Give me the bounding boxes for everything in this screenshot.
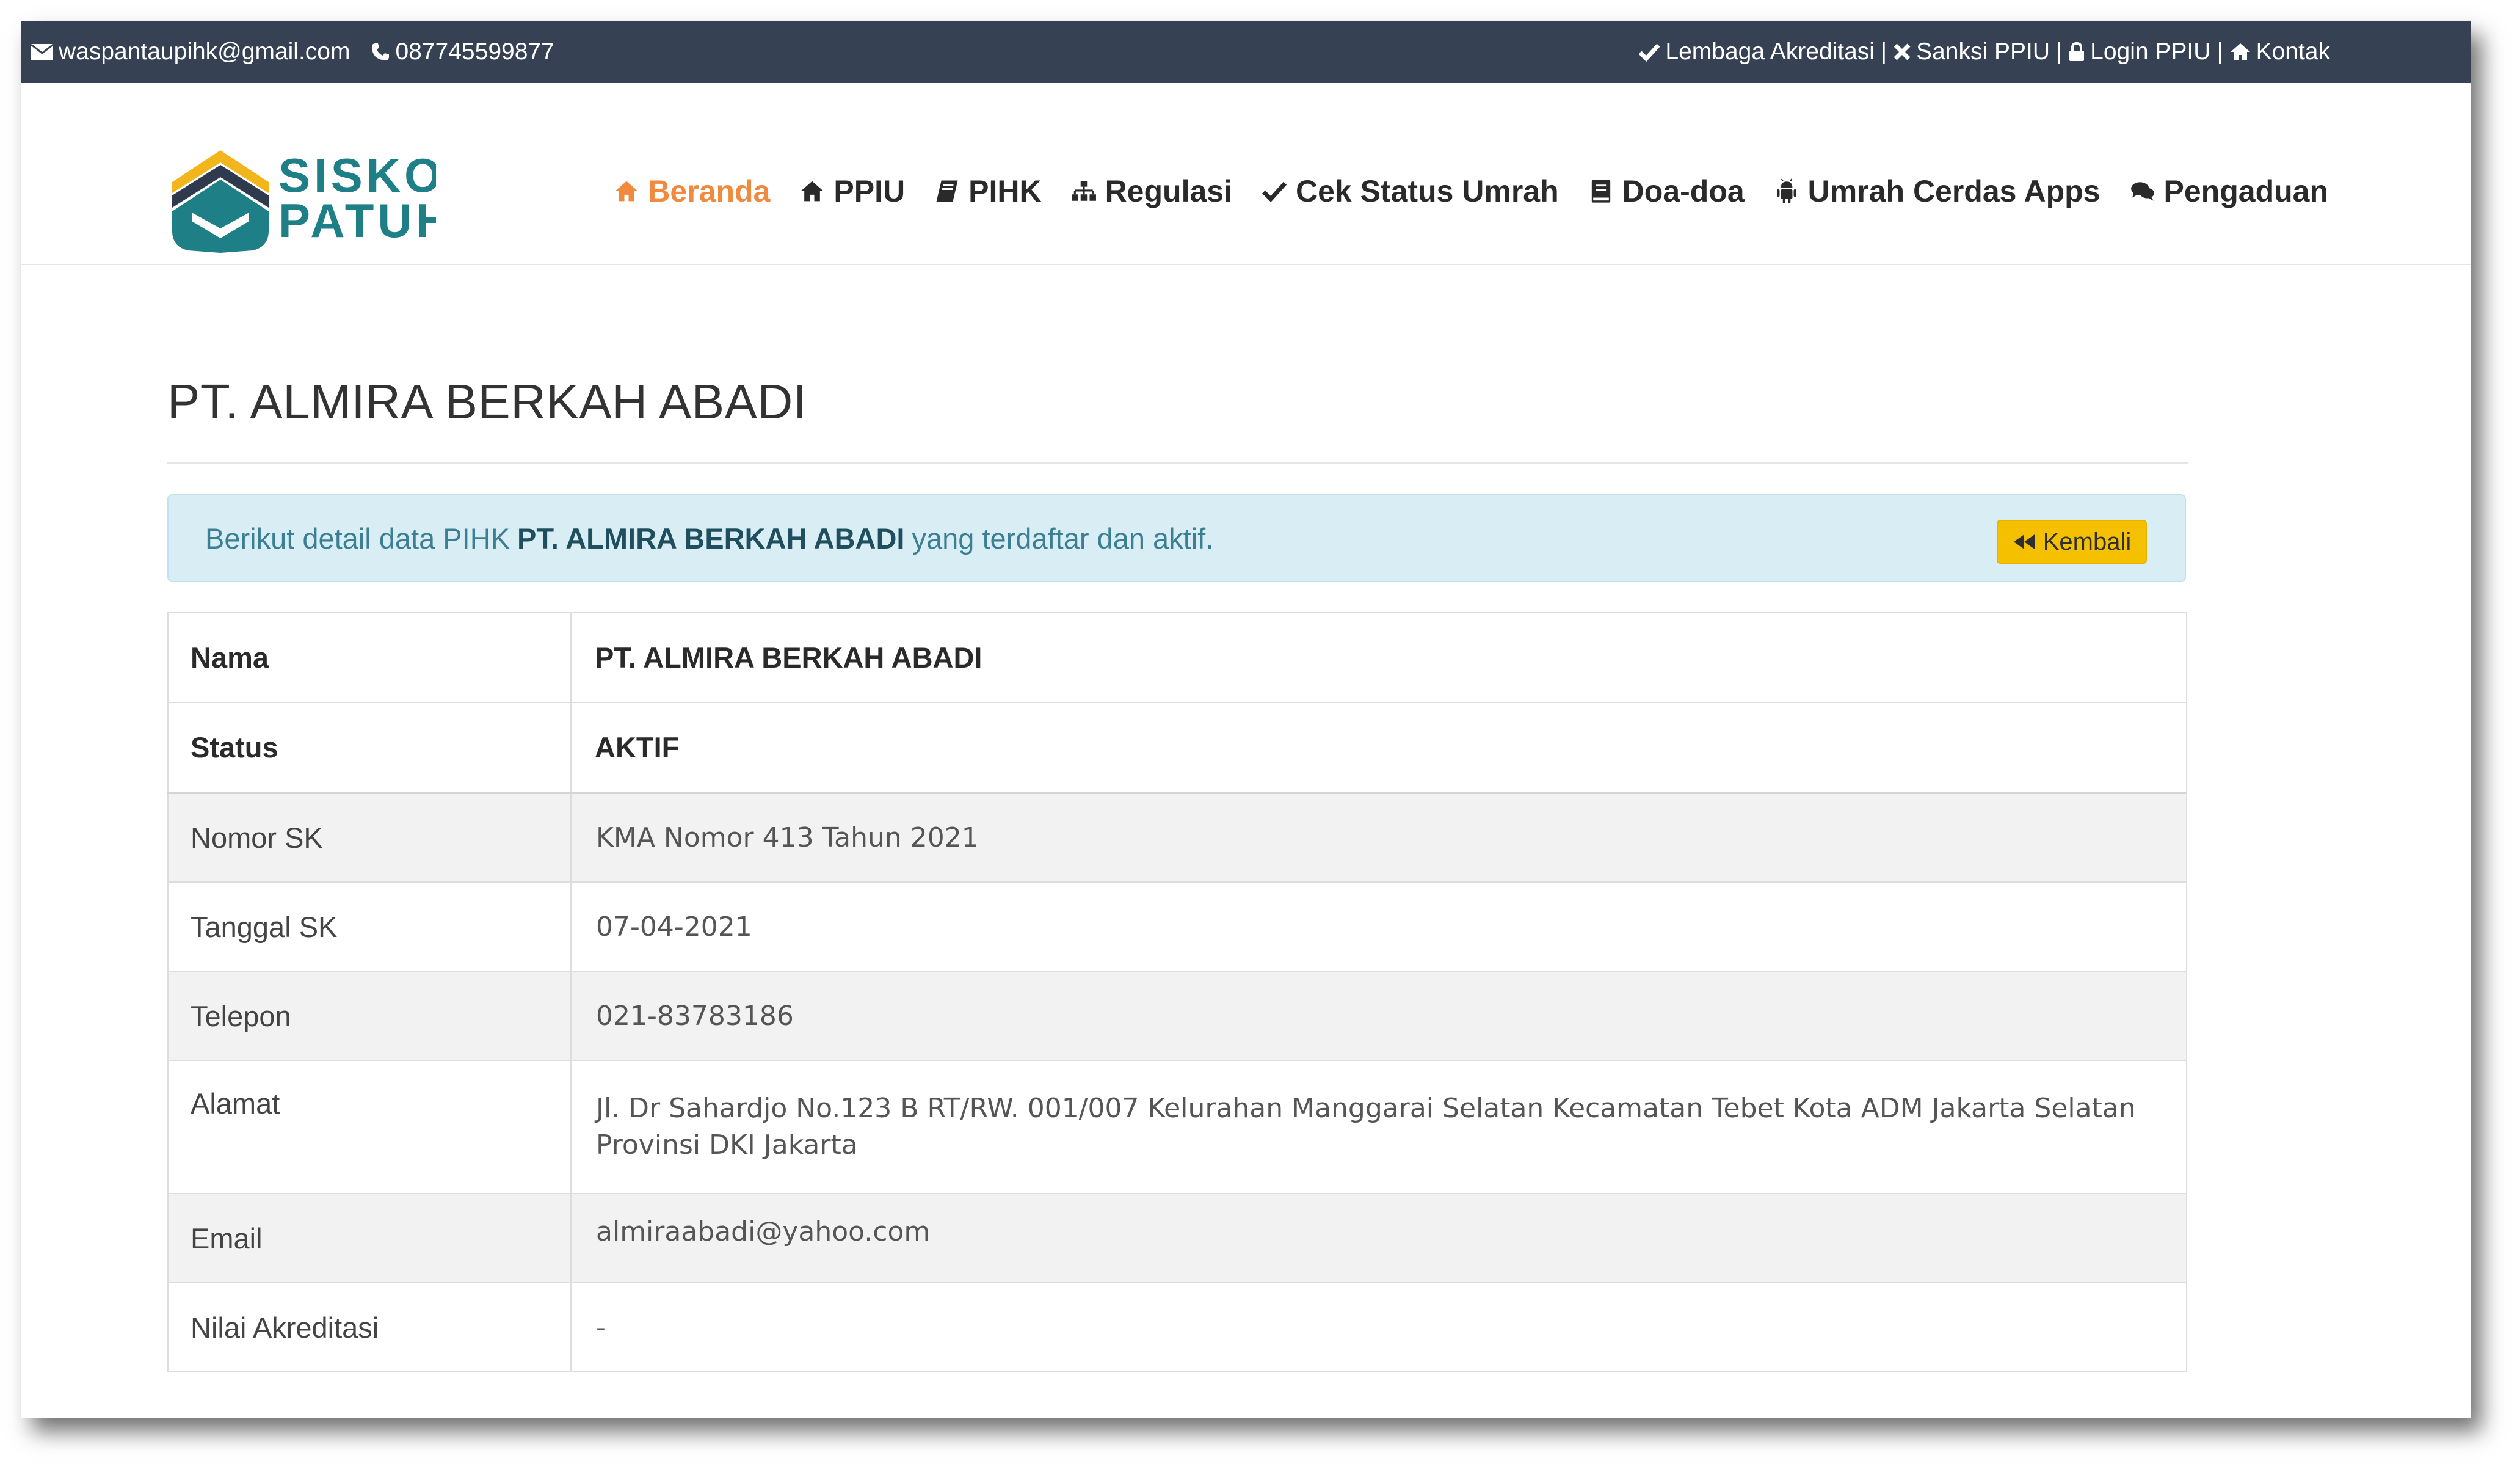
top-link-label: Sanksi PPIU	[1916, 38, 2050, 65]
top-link-lembaga-akreditasi[interactable]: Lembaga Akreditasi	[1638, 38, 1875, 65]
nav-item-pengaduan[interactable]: Pengaduan	[2130, 173, 2328, 209]
back-button-label: Kembali	[2043, 528, 2132, 555]
nav-item-label: Regulasi	[1105, 174, 1232, 208]
check-icon	[1262, 181, 1287, 202]
comments-icon	[2130, 182, 2154, 201]
book-icon	[936, 180, 958, 202]
top-link-label: Lembaga Akreditasi	[1665, 38, 1875, 65]
value-status: AKTIF	[570, 702, 2187, 794]
home-icon	[801, 181, 824, 202]
contact-email[interactable]: waspantaupihk@gmail.com	[31, 38, 350, 65]
nav-item-label: Cek Status Umrah	[1295, 174, 1559, 208]
nav-item-pihk[interactable]: PIHK	[934, 173, 1042, 209]
contact-email-text: waspantaupihk@gmail.com	[59, 38, 350, 65]
value-nilai-akreditasi: -	[570, 1282, 2187, 1372]
contact-phone-text: 087745599877	[395, 38, 554, 65]
close-icon	[1894, 43, 1911, 60]
back-button[interactable]: Kembali	[1997, 520, 2147, 564]
home-icon	[2230, 43, 2250, 60]
table-row: Telepon 021-83783186	[167, 971, 2187, 1061]
value-email: almiraabadi@yahoo.com	[570, 1193, 2187, 1283]
address-line-2: Provinsi DKI Jakarta	[596, 1129, 858, 1161]
value-alamat: Jl. Dr Sahardjo No.123 B RT/RW. 001/007 …	[570, 1060, 2187, 1194]
alert-suffix: yang terdaftar dan aktif.	[912, 522, 1214, 555]
backward-icon	[2013, 534, 2035, 549]
table-row: Nilai Akreditasi -	[167, 1282, 2187, 1372]
label-status: Status	[167, 702, 572, 794]
logo-emblem: SISKO PATUH	[172, 148, 450, 253]
nav-item-cek-status-umrah[interactable]: Cek Status Umrah	[1262, 173, 1559, 209]
nav-item-label: Pengaduan	[2163, 174, 2328, 208]
top-links: Lembaga Akreditasi | Sanksi PPIU | Login…	[1638, 21, 2330, 83]
detail-table: Nama PT. ALMIRA BERKAH ABADI Status AKTI…	[167, 612, 2187, 1372]
top-link-label: Login PPIU	[2090, 38, 2211, 65]
lock-icon	[2069, 42, 2085, 61]
contact-info: waspantaupihk@gmail.com 087745599877	[31, 21, 554, 83]
phone-icon	[372, 43, 390, 60]
value-nomor-sk: KMA Nomor 413 Tahun 2021	[570, 792, 2187, 883]
table-row: Alamat Jl. Dr Sahardjo No.123 B RT/RW. 0…	[167, 1060, 2187, 1194]
table-row: Email almiraabadi@yahoo.com	[167, 1193, 2187, 1283]
info-alert: Berikut detail data PIHK PT. ALMIRA BERK…	[167, 494, 2186, 582]
nav-item-umrah-cerdas-apps[interactable]: Umrah Cerdas Apps	[1774, 173, 2101, 209]
nav-item-regulasi[interactable]: Regulasi	[1071, 173, 1232, 209]
main-menu: Beranda PPIU PIHK Regulasi Cek Status Um…	[614, 173, 2328, 209]
alert-company: PT. ALMIRA BERKAH ABADI	[517, 522, 905, 555]
nav-item-beranda[interactable]: Beranda	[614, 173, 770, 209]
top-link-label: Kontak	[2256, 38, 2330, 65]
address-line-1: Jl. Dr Sahardjo No.123 B RT/RW. 001/007 …	[596, 1093, 2136, 1124]
separator: |	[2217, 38, 2223, 65]
value-nama: PT. ALMIRA BERKAH ABADI	[570, 612, 2187, 703]
table-row: Nomor SK KMA Nomor 413 Tahun 2021	[167, 792, 2187, 883]
separator: |	[2056, 38, 2063, 65]
label-nama: Nama	[167, 612, 572, 703]
sitemap-icon	[1071, 181, 1096, 201]
nav-item-label: PIHK	[968, 174, 1042, 208]
label-alamat: Alamat	[167, 1060, 572, 1194]
value-tanggal-sk: 07-04-2021	[570, 881, 2187, 972]
table-row: Nama PT. ALMIRA BERKAH ABADI	[167, 612, 2187, 703]
label-email: Email	[167, 1193, 572, 1283]
android-icon	[1776, 178, 1796, 203]
contact-phone[interactable]: 087745599877	[371, 38, 554, 65]
nav-item-label: Doa-doa	[1622, 174, 1745, 208]
top-link-kontak[interactable]: Kontak	[2229, 38, 2330, 65]
browser-page: waspantaupihk@gmail.com 087745599877 Lem…	[21, 21, 2471, 1418]
nav-item-ppiu[interactable]: PPIU	[799, 173, 905, 209]
label-nilai-akreditasi: Nilai Akreditasi	[167, 1282, 572, 1372]
top-link-login-ppiu[interactable]: Login PPIU	[2068, 38, 2210, 65]
home-icon	[615, 181, 638, 202]
nav-item-doa-doa[interactable]: Doa-doa	[1588, 173, 1745, 209]
separator: |	[1880, 38, 1887, 65]
nav-item-label: Umrah Cerdas Apps	[1807, 174, 2101, 208]
table-row: Status AKTIF	[167, 702, 2187, 794]
sisko-patuh-logo[interactable]: SISKO PATUH	[167, 139, 450, 255]
nav-item-label: PPIU	[833, 174, 906, 208]
top-bar: waspantaupihk@gmail.com 087745599877 Lem…	[21, 21, 2471, 83]
check-icon	[1638, 43, 1660, 62]
label-tanggal-sk: Tanggal SK	[167, 881, 572, 972]
value-telepon: 021-83783186	[570, 971, 2187, 1061]
envelope-icon	[31, 43, 54, 60]
main-navbar: SISKO PATUH Beranda PPIU	[21, 83, 2471, 265]
page-title: PT. ALMIRA BERKAH ABADI	[167, 374, 807, 429]
table-row: Tanggal SK 07-04-2021	[167, 881, 2187, 972]
nav-item-label: Beranda	[648, 174, 771, 208]
book-icon	[1591, 180, 1610, 203]
alert-prefix: Berikut detail data PIHK	[205, 522, 510, 555]
label-nomor-sk: Nomor SK	[167, 792, 572, 883]
label-telepon: Telepon	[167, 971, 572, 1061]
logo-text-line2: PATUH	[278, 194, 436, 247]
title-divider	[167, 462, 2188, 464]
top-link-sanksi-ppiu[interactable]: Sanksi PPIU	[1893, 38, 2050, 65]
